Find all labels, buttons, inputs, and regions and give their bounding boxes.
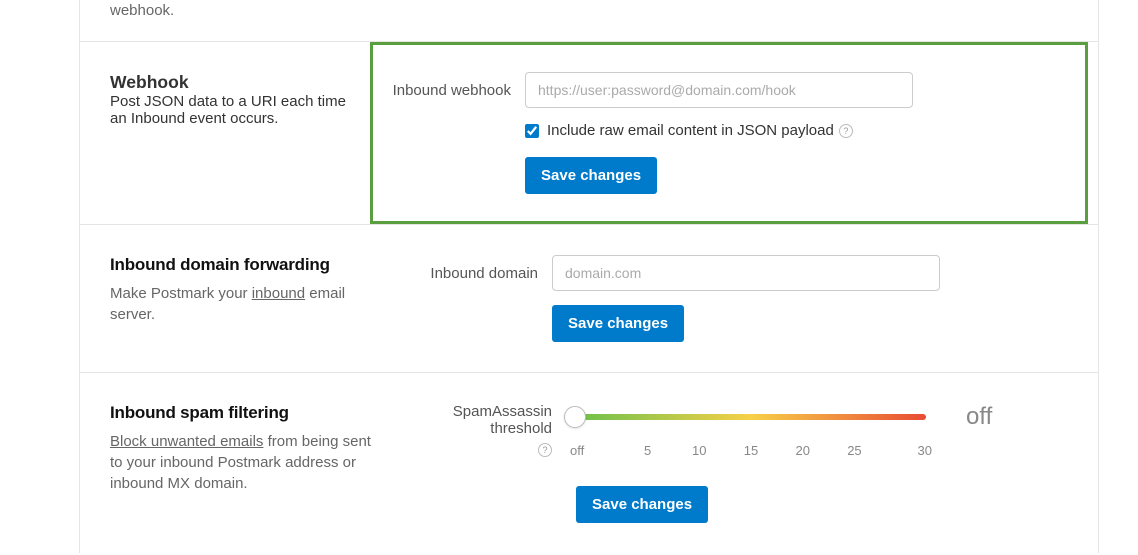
inbound-domain-input[interactable] (552, 255, 940, 291)
previous-section-remnant: webhook. (110, 0, 380, 21)
webhook-title: Webhook (110, 72, 350, 93)
save-changes-button[interactable]: Save changes (525, 157, 657, 194)
help-icon[interactable]: ? (538, 443, 552, 457)
domain-forwarding-description: Make Postmark your inbound email server. (110, 283, 380, 325)
slider-thumb[interactable] (564, 406, 586, 428)
spam-threshold-slider[interactable] (576, 414, 926, 420)
include-raw-email-label: Include raw email content in JSON payloa… (547, 122, 834, 139)
spam-threshold-value: off (966, 403, 992, 431)
inbound-webhook-label: Inbound webhook (373, 82, 525, 99)
slider-ticks: off 5 10 15 20 25 30 (570, 443, 932, 458)
inbound-link-2[interactable]: inbound (252, 285, 305, 302)
save-changes-button[interactable]: Save changes (576, 486, 708, 523)
webhook-description: Post JSON data to a URI each time an Inb… (110, 93, 350, 127)
webhook-highlight-box: Inbound webhook Include raw email conten… (370, 42, 1088, 224)
domain-forwarding-title: Inbound domain forwarding (110, 255, 380, 275)
block-unwanted-emails-link[interactable]: Block unwanted emails (110, 433, 263, 450)
help-icon[interactable]: ? (839, 124, 853, 138)
save-changes-button[interactable]: Save changes (552, 305, 684, 342)
spam-filtering-title: Inbound spam filtering (110, 403, 380, 423)
inbound-link[interactable]: Inbound (131, 110, 185, 127)
spamassassin-threshold-label: SpamAssassin threshold (400, 403, 552, 437)
inbound-domain-label: Inbound domain (400, 265, 552, 282)
inbound-webhook-input[interactable] (525, 72, 913, 108)
include-raw-email-checkbox[interactable] (525, 124, 539, 138)
spam-filtering-description: Block unwanted emails from being sent to… (110, 431, 380, 494)
